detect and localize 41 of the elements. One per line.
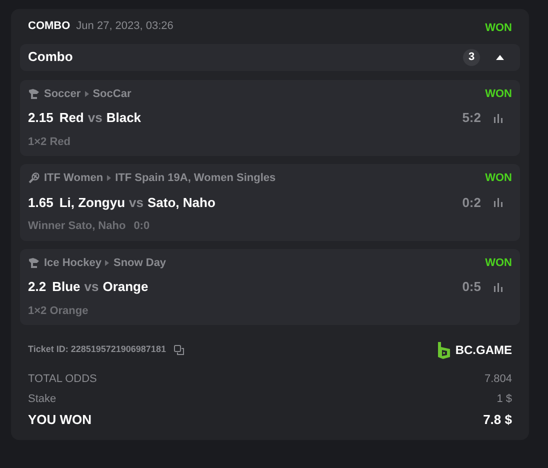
status-label: WON xyxy=(485,21,512,36)
summary-label: TOTAL ODDS xyxy=(28,372,97,387)
selection-score: 0:0 xyxy=(134,219,150,234)
selection-label: Winner Sato, Naho xyxy=(28,219,126,234)
versus-label: vs xyxy=(88,109,102,127)
summary-value: 7.804 xyxy=(484,372,512,387)
team-name: Sato, Naho xyxy=(148,194,216,212)
selection-label: 1×2 Orange xyxy=(28,304,88,318)
team-name: Orange xyxy=(102,278,148,296)
league-name: ITF Spain 19A, Women Singles xyxy=(115,171,276,186)
sport-name: ITF Women xyxy=(44,171,104,186)
summary-value: 1 $ xyxy=(496,392,512,406)
summary-label: Stake xyxy=(28,392,56,406)
summary-label: YOU WON xyxy=(28,411,92,429)
league-name: Snow Day xyxy=(113,256,166,270)
score: 5:2 xyxy=(462,109,481,127)
count-badge: 3 xyxy=(463,48,480,66)
selection-label: 1×2 Red xyxy=(28,134,70,150)
bet-type: COMBO xyxy=(28,19,70,34)
brand-name: BC.GAME xyxy=(455,342,512,359)
sport-name: Soccer xyxy=(44,86,81,102)
team-name: Blue xyxy=(52,278,80,296)
team-name: Li, Zongyu xyxy=(59,194,126,212)
ticket-id: Ticket ID: 2285195721906987181 xyxy=(28,343,166,356)
team-name: Black xyxy=(106,109,142,127)
odds-value: 2.2 xyxy=(28,278,46,296)
league-name: SocCar xyxy=(92,86,132,102)
status-label: WON xyxy=(485,86,512,102)
odds-value: 1.65 xyxy=(28,194,54,212)
summary-value: 7.8 $ xyxy=(483,411,512,429)
team-name: Red xyxy=(59,109,84,127)
status-label: WON xyxy=(485,256,512,270)
odds-value: 2.15 xyxy=(28,109,54,127)
versus-label: vs xyxy=(84,278,99,296)
score: 0:2 xyxy=(462,194,481,212)
bet-date: Jun 27, 2023, 03:26 xyxy=(76,19,174,34)
versus-label: vs xyxy=(129,194,144,212)
score: 0:5 xyxy=(462,278,481,296)
sport-name: Ice Hockey xyxy=(44,256,102,270)
status-label: WON xyxy=(485,171,512,186)
combo-header[interactable]: Combo 3 xyxy=(20,44,520,70)
